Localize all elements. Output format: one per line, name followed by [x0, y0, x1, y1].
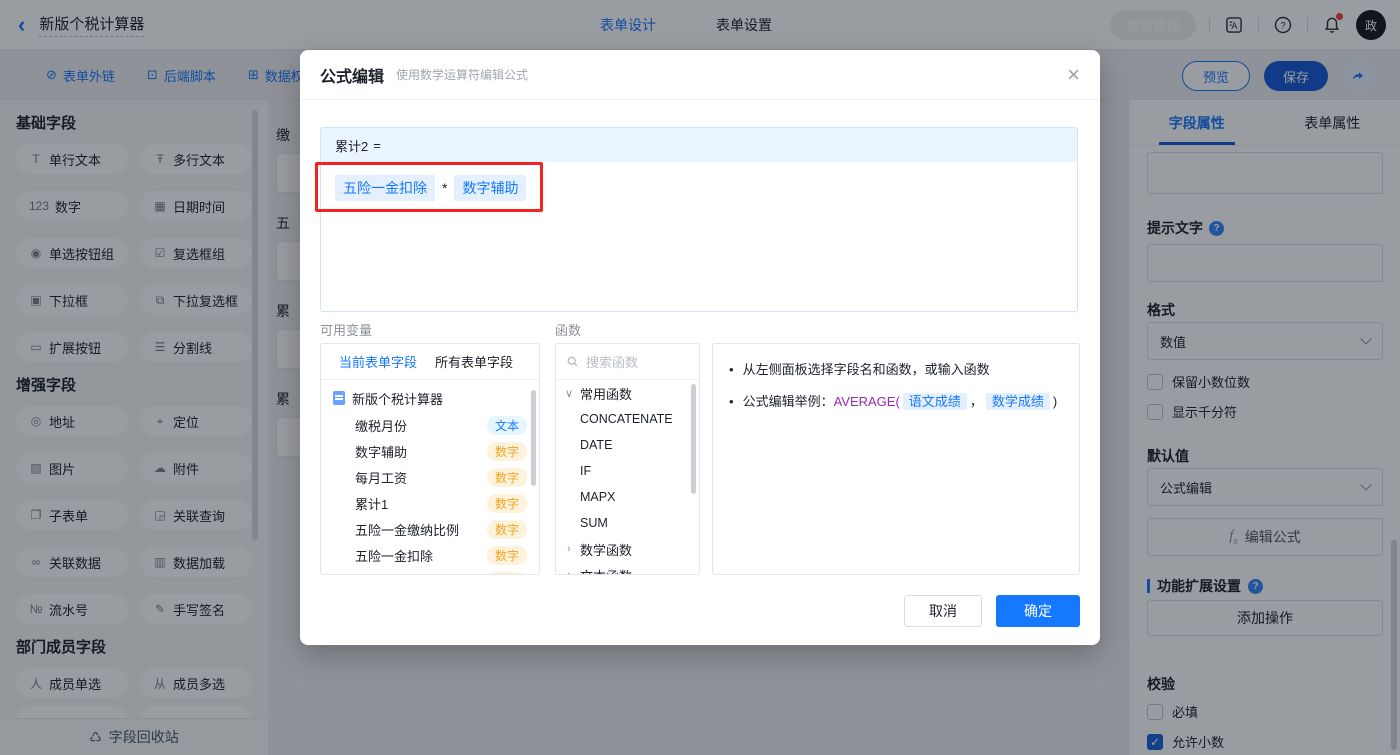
function-group-文本函数[interactable]: › 文本函数	[556, 562, 699, 575]
formula-hints-panel: • 从左侧面板选择字段名和函数，或输入函数 • 公式编辑举例：AVERAGE(语…	[712, 343, 1080, 575]
bullet-icon: •	[729, 362, 734, 377]
variable-type-badge: 数字	[486, 545, 527, 565]
function-group-常用函数[interactable]: ∨ 常用函数	[556, 380, 699, 406]
variables-scrollbar[interactable]	[531, 390, 536, 486]
form-tree-root[interactable]: 新版个税计算器	[321, 384, 539, 412]
chevron-right-icon: ›	[567, 569, 571, 575]
variable-name: 累计1	[355, 496, 389, 512]
functions-section-label: 函数	[555, 323, 582, 338]
variable-type-badge: 数字	[486, 441, 527, 461]
variable-name: 五险一金缴纳比例	[355, 522, 460, 538]
variables-tabs: 当前表单字段 所有表单字段	[321, 344, 539, 380]
function-group-label: 数学函数	[580, 542, 633, 558]
form-tree-root-label: 新版个税计算器	[352, 391, 444, 407]
close-icon[interactable]: ×	[1067, 63, 1080, 86]
formula-input-area[interactable]: 五险一金扣除 * 数字辅助	[321, 162, 1077, 214]
modal-footer: 取消 确定	[904, 595, 1080, 627]
chevron-right-icon: ›	[567, 543, 571, 555]
variable-row[interactable]: 五险一金扣除 数字	[321, 542, 539, 568]
function-item-IF[interactable]: IF	[556, 458, 699, 484]
function-item-SUM[interactable]: SUM	[556, 510, 699, 536]
function-search-placeholder: 搜索函数	[586, 355, 639, 370]
variable-name: 缴税月份	[355, 418, 408, 434]
variables-tab-当前表单字段[interactable]: 当前表单字段	[339, 352, 417, 371]
confirm-button[interactable]: 确定	[996, 595, 1080, 627]
modal-title: 公式编辑	[320, 68, 385, 86]
formula-equals: =	[373, 137, 381, 153]
formula-operator: *	[442, 180, 448, 196]
cancel-button[interactable]: 取消	[904, 595, 982, 627]
variable-type-badge: 数字	[486, 519, 527, 539]
variable-type-badge: 数字	[486, 571, 527, 574]
hint-example-field: 数学成绩	[985, 393, 1050, 410]
variable-row[interactable]: 数字	[321, 568, 539, 574]
functions-panel: 搜索函数 ∨ 常用函数 CONCATENATE DATE IF MAPX SUM › 数学函数 ›…	[555, 343, 700, 575]
hint-example-function: AVERAGE(	[833, 394, 900, 409]
formula-editor: 累计2 = 五险一金扣除 * 数字辅助	[320, 127, 1078, 312]
hint-example: 公式编辑举例：AVERAGE(语文成绩，数学成绩)	[742, 391, 1058, 413]
variable-row[interactable]: 缴税月份 文本	[321, 412, 539, 438]
function-item-MAPX[interactable]: MAPX	[556, 484, 699, 510]
variable-row[interactable]: 五险一金缴纳比例 数字	[321, 516, 539, 542]
variable-type-badge: 数字	[486, 493, 527, 513]
variable-row[interactable]: 数字辅助 数字	[321, 438, 539, 464]
variable-name: 数字辅助	[355, 444, 408, 460]
formula-target-bar: 累计2 =	[321, 128, 1077, 162]
variables-section-label: 可用变量	[320, 323, 373, 338]
hint-line-1: • 从左侧面板选择字段名和函数，或输入函数	[729, 359, 1063, 381]
function-group-label: 常用函数	[580, 386, 633, 402]
variable-row[interactable]: 累计1 数字	[321, 490, 539, 516]
form-icon	[333, 391, 345, 405]
hint-example-close: )	[1052, 394, 1058, 409]
variable-name: 每月工资	[355, 470, 408, 486]
app-root: ‹ 新版个税计算器 表单设计 表单设置 数据管理 A ? 政 ⊘ 表单外链 ⊡ 后端脚本…	[0, 0, 1400, 755]
modal-subtitle: 使用数学运算符编辑公式	[396, 68, 529, 82]
hint-text: 从左侧面板选择字段名和函数，或输入函数	[742, 362, 990, 377]
chevron-down-icon: ∨	[564, 387, 574, 400]
variables-tab-所有表单字段[interactable]: 所有表单字段	[435, 352, 513, 371]
hint-example-prefix: 公式编辑举例：	[742, 394, 834, 409]
variables-panel: 当前表单字段 所有表单字段 新版个税计算器 缴税月份 文本 数字辅助 数字 每月工资 数字累…	[320, 343, 540, 575]
hint-example-comma: ，	[969, 394, 983, 409]
function-item-CONCATENATE[interactable]: CONCATENATE	[556, 406, 699, 432]
variable-type-badge: 数字	[486, 467, 527, 487]
function-search[interactable]: 搜索函数	[556, 344, 699, 380]
search-icon	[567, 356, 578, 367]
hint-line-2: • 公式编辑举例：AVERAGE(语文成绩，数学成绩)	[729, 391, 1063, 413]
variable-type-badge: 文本	[486, 415, 527, 435]
formula-field-token[interactable]: 五险一金扣除	[335, 175, 435, 201]
function-item-DATE[interactable]: DATE	[556, 432, 699, 458]
variable-name: 五险一金扣除	[355, 548, 434, 564]
hint-example-field: 语文成绩	[902, 393, 967, 410]
function-group-label: 文本函数	[580, 566, 632, 575]
formula-edit-modal: 公式编辑 使用数学运算符编辑公式 × 累计2 = 五险一金扣除 * 数字辅助 可用变…	[300, 50, 1100, 645]
function-group-数学函数[interactable]: › 数学函数	[556, 536, 699, 562]
formula-field-token[interactable]: 数字辅助	[454, 175, 527, 201]
formula-target: 累计2	[335, 138, 369, 154]
functions-scrollbar[interactable]	[691, 384, 696, 494]
modal-header: 公式编辑 使用数学运算符编辑公式 ×	[300, 50, 1100, 100]
bullet-icon: •	[729, 394, 734, 409]
variable-row[interactable]: 每月工资 数字	[321, 464, 539, 490]
